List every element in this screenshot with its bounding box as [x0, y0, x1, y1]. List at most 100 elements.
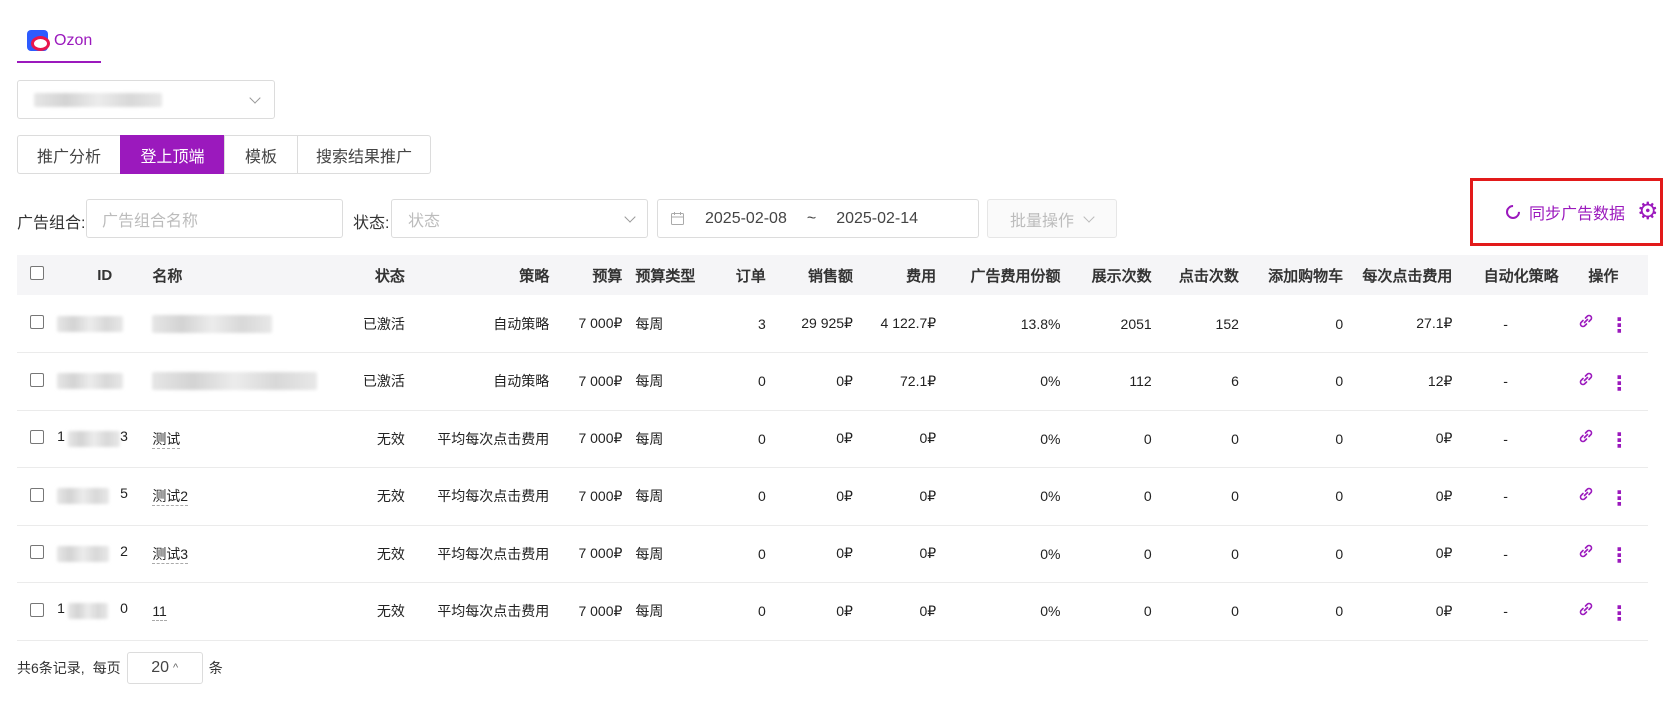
link-icon[interactable] — [1577, 370, 1595, 393]
date-range-picker[interactable]: 2025-02-08 ~ 2025-02-14 — [657, 199, 979, 238]
cpc-value: 0₽ — [1435, 545, 1453, 562]
status-text: 已激活 — [362, 373, 405, 390]
orders-value: 0 — [757, 603, 766, 620]
more-options-icon[interactable]: ⋮ — [1609, 604, 1629, 624]
redacted-shop-name — [34, 93, 162, 107]
row-checkbox[interactable] — [30, 430, 45, 445]
budget-type: 每周 — [635, 488, 664, 505]
more-options-icon[interactable]: ⋮ — [1609, 316, 1629, 336]
table-row: 1 0 11 无效 平均每次点击费用 7 000₽ 每周 0 0₽ 0₽ 0% 0 0 0 0₽ - ⋮ — [17, 583, 1648, 640]
calendar-icon — [671, 212, 684, 225]
redacted-id — [68, 603, 109, 620]
per-page-select[interactable]: 20 ^ — [126, 652, 203, 684]
more-options-icon[interactable]: ⋮ — [1609, 546, 1629, 566]
more-options-icon[interactable]: ⋮ — [1609, 489, 1629, 509]
sync-ad-data-button[interactable]: 同步广告数据 — [1529, 200, 1625, 224]
auto-strategy-value: - — [1503, 488, 1508, 505]
status-text: 无效 — [376, 488, 405, 505]
more-options-icon[interactable]: ⋮ — [1609, 374, 1629, 394]
strategy-text: 平均每次点击费用 — [437, 545, 550, 562]
table-header-row: ID 名称 状态 策略 预算 预算类型 订单 销售额 费用 广告费用份额 展示次… — [17, 255, 1648, 295]
more-options-icon[interactable]: ⋮ — [1609, 431, 1629, 451]
clicks-value: 0 — [1231, 545, 1239, 562]
cost-value: 4 122.7₽ — [880, 315, 937, 331]
chevron-down-icon — [1083, 211, 1095, 223]
add-to-cart-value: 0 — [1335, 315, 1344, 332]
impressions-value: 112 — [1129, 373, 1152, 390]
sales-value: 0₽ — [836, 430, 853, 447]
campaign-id: 13 — [57, 428, 152, 450]
clicks-value: 0 — [1231, 430, 1239, 447]
cost-share-value: 0% — [1040, 603, 1061, 620]
col-cost: 费用 — [906, 267, 937, 285]
orders-value: 0 — [757, 430, 766, 447]
redacted-id — [57, 373, 124, 390]
row-checkbox[interactable] — [30, 602, 45, 617]
platform-tab-ozon[interactable]: Ozon — [17, 20, 101, 63]
total-records: 共6条记录, — [17, 660, 85, 676]
clicks-value: 0 — [1231, 488, 1239, 505]
row-checkbox[interactable] — [30, 372, 45, 387]
col-impressions: 展示次数 — [1091, 267, 1152, 285]
tab-search-promotion[interactable]: 搜索结果推广 — [297, 135, 431, 174]
tab-templates[interactable]: 模板 — [224, 135, 298, 174]
campaign-name[interactable]: 测试2 — [152, 488, 189, 507]
row-checkbox[interactable] — [30, 487, 45, 502]
col-budget-type: 预算类型 — [635, 267, 696, 285]
link-icon[interactable] — [1577, 312, 1595, 335]
orders-value: 0 — [757, 373, 766, 390]
status-select[interactable]: 状态 — [391, 199, 648, 238]
campaign-name[interactable]: 测试3 — [152, 545, 189, 564]
col-cost-share: 广告费用份额 — [970, 267, 1061, 285]
add-to-cart-value: 0 — [1335, 373, 1344, 390]
sales-value: 0₽ — [836, 545, 853, 562]
tab-top-placement[interactable]: 登上顶端 — [120, 135, 225, 174]
refresh-icon[interactable] — [1503, 202, 1523, 222]
col-budget: 预算 — [592, 267, 623, 285]
impressions-value: 0 — [1143, 488, 1152, 505]
cost-value: 0₽ — [919, 430, 937, 447]
date-separator: ~ — [806, 209, 817, 227]
clicks-value: 152 — [1215, 315, 1239, 332]
shop-select[interactable] — [17, 80, 275, 119]
sync-ad-data-area: 同步广告数据 ⚙ — [1470, 178, 1663, 246]
strategy-text: 平均每次点击费用 — [437, 603, 550, 620]
gear-icon[interactable]: ⚙ — [1637, 200, 1659, 224]
chevron-down-icon — [249, 92, 261, 104]
budget-value: 7 000₽ — [578, 430, 623, 447]
campaign-name[interactable] — [152, 370, 318, 392]
link-icon[interactable] — [1577, 600, 1595, 623]
group-name-input[interactable]: 广告组合名称 — [86, 199, 343, 238]
cpc-value: 12₽ — [1427, 372, 1453, 389]
row-checkbox[interactable] — [30, 545, 45, 560]
col-actions: 操作 — [1588, 267, 1619, 285]
campaign-name[interactable]: 测试 — [152, 430, 181, 449]
batch-actions-button[interactable]: 批量操作 — [987, 199, 1117, 238]
table-row: 已激活 自动策略 7 000₽ 每周 3 29 925₽ 4 122.7₽ 13.8% 2051… — [17, 295, 1648, 353]
impressions-value: 2051 — [1120, 315, 1152, 332]
add-to-cart-value: 0 — [1335, 603, 1344, 620]
campaign-name[interactable]: 11 — [152, 603, 167, 622]
table-row: 1 3 测试 无效 平均每次点击费用 7 000₽ 每周 0 0₽ 0₽ 0% 0 0 0 0₽ - ⋮ — [17, 410, 1648, 468]
sales-value: 0₽ — [836, 487, 853, 504]
redacted-id — [68, 430, 121, 447]
budget-type: 每周 — [635, 315, 664, 332]
tab-promotion-analysis[interactable]: 推广分析 — [17, 135, 121, 174]
strategy-text: 自动策略 — [493, 373, 550, 390]
col-orders: 订单 — [735, 267, 766, 285]
select-all-checkbox[interactable] — [30, 266, 45, 280]
impressions-value: 0 — [1143, 545, 1152, 562]
link-icon[interactable] — [1577, 542, 1595, 565]
sales-value: 29 925₽ — [801, 315, 853, 331]
cpc-value: 27.1₽ — [1416, 315, 1453, 331]
col-cpc: 每次点击费用 — [1362, 267, 1453, 285]
link-icon[interactable] — [1577, 427, 1595, 450]
budget-type: 每周 — [635, 430, 664, 447]
campaign-name[interactable] — [152, 313, 297, 335]
cost-share-value: 0% — [1040, 430, 1061, 447]
budget-value: 7 000₽ — [578, 372, 623, 389]
row-checkbox[interactable] — [30, 315, 45, 329]
link-icon[interactable] — [1577, 485, 1595, 508]
cpc-value: 0₽ — [1435, 487, 1453, 504]
clicks-value: 6 — [1231, 373, 1239, 390]
